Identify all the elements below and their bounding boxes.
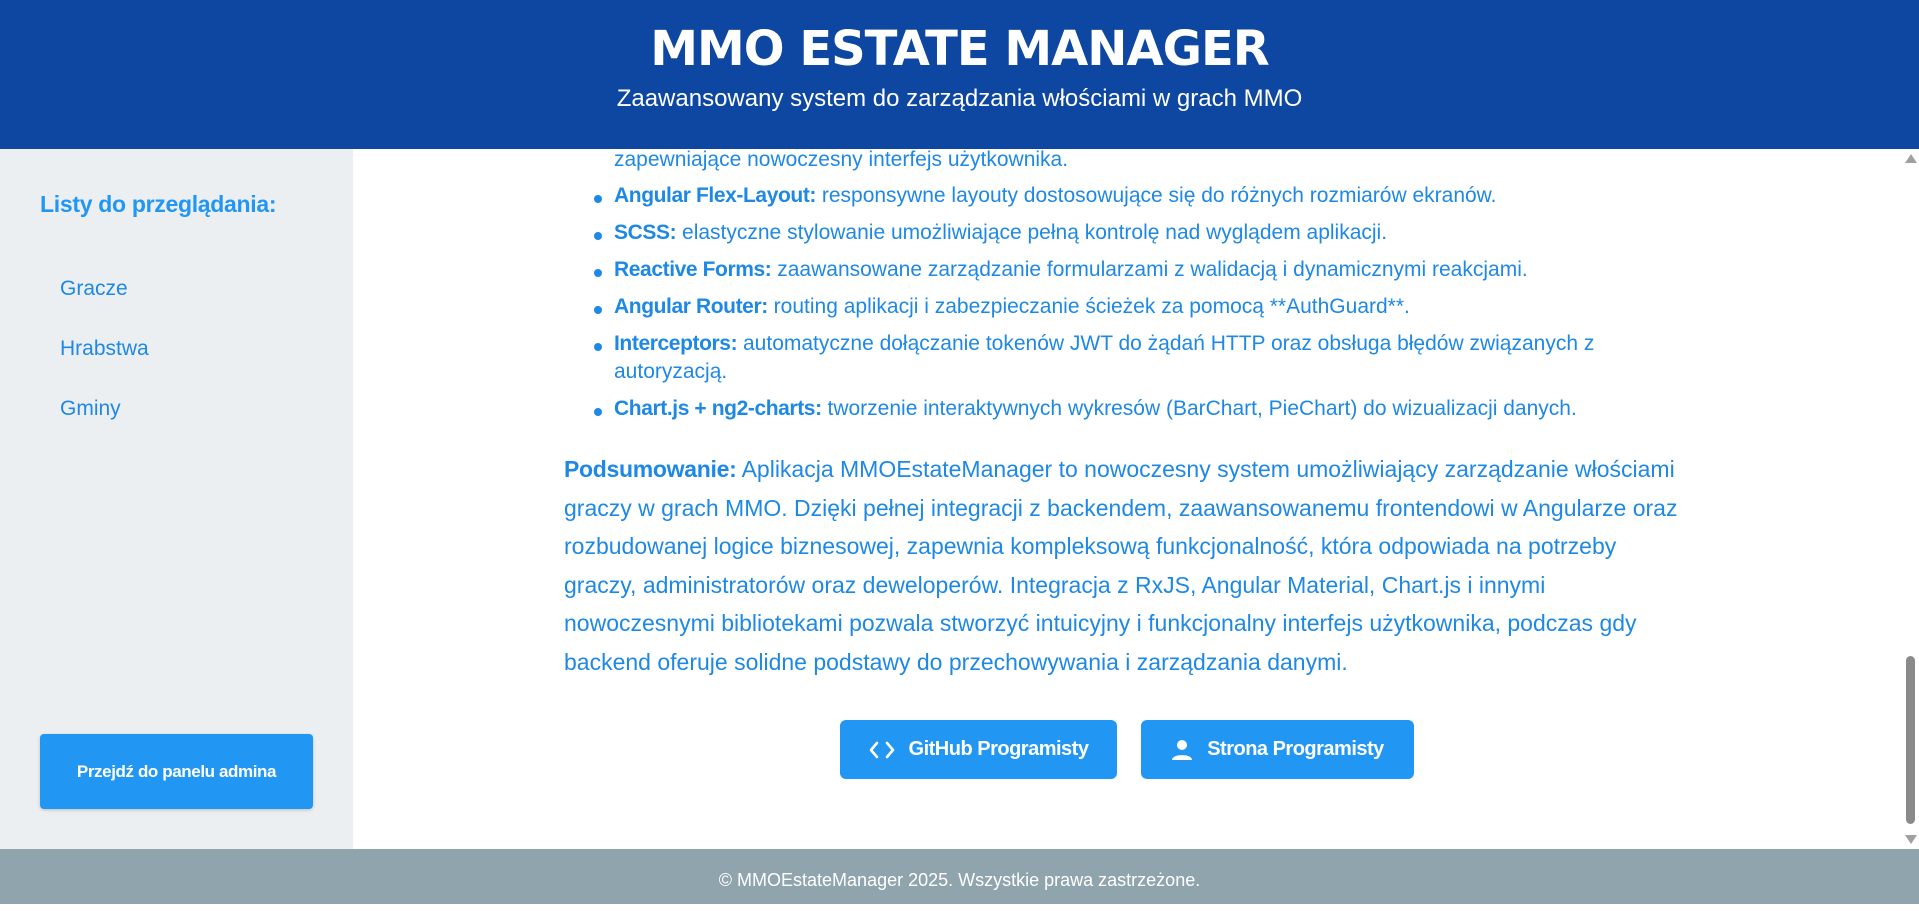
list-item: SCSS: elastyczne stylowanie umożliwiając… [614,219,1674,247]
app-title: MMO ESTATE MANAGER [650,21,1269,77]
list-item: Angular Flex-Layout: responsywne layouty… [614,182,1674,210]
list-item-desc: responsywne layouty dostosowujące się do… [816,184,1497,207]
list-bullet [594,269,602,277]
github-button[interactable]: GitHub Programisty [840,720,1117,779]
list-item-name: Interceptors: [614,332,738,355]
list-item: Reactive Forms: zaawansowane zarządzanie… [614,256,1674,284]
list-item: Chart.js + ng2-charts: tworzenie interak… [614,395,1674,423]
admin-panel-button[interactable]: Przejdź do panelu admina [40,734,313,809]
sidebar: Listy do przeglądania: Gracze Hrabstwa G… [0,149,353,849]
app-header: MMO ESTATE MANAGER Zaawansowany system d… [0,0,1919,149]
list-item-desc: elastyczne stylowanie umożliwiające pełn… [676,221,1388,244]
list-bullet [594,343,602,351]
list-item-name: SCSS: [614,221,677,244]
list-item-desc: zaawansowane zarządzanie formularzami z … [771,258,1528,281]
app-footer: © MMOEstateManager 2025. Wszystkie prawa… [0,849,1919,904]
website-button[interactable]: Strona Programisty [1141,720,1414,779]
app-subtitle: Zaawansowany system do zarządzania włośc… [616,85,1303,112]
github-button-label: GitHub Programisty [908,738,1089,760]
list-item-name: Reactive Forms: [614,258,772,281]
list-bullet [594,408,602,416]
list-bullet [594,232,602,240]
vertical-scrollbar[interactable] [1902,149,1919,849]
summary-text: Aplikacja MMOEstateManager to nowoczesny… [564,456,1678,675]
sidebar-item-gminy[interactable]: Gminy [60,397,121,421]
list-item-name: Chart.js + ng2-charts: [614,397,822,420]
sidebar-item-gracze[interactable]: Gracze [60,277,128,301]
scroll-up-icon[interactable] [1905,154,1917,163]
list-item-continuation: zapewniające nowoczesny interfejs użytko… [614,149,1069,171]
list-item-desc: automatyczne dołączanie tokenów JWT do ż… [614,332,1595,383]
list-item-name: Angular Flex-Layout: [614,184,817,207]
code-icon [869,741,895,759]
sidebar-item-hrabstwa[interactable]: Hrabstwa [60,337,149,361]
summary-paragraph: Podsumowanie: Aplikacja MMOEstateManager… [564,450,1694,682]
copyright-text: © MMOEstateManager 2025. Wszystkie prawa… [718,870,1201,890]
scroll-down-icon[interactable] [1905,835,1917,844]
list-item-name: Angular Router: [614,295,768,318]
list-item-desc: tworzenie interaktywnych wykresów (BarCh… [821,397,1577,420]
list-item: Angular Router: routing aplikacji i zabe… [614,293,1674,321]
list-item: Interceptors: automatyczne dołączanie to… [614,330,1674,386]
list-bullet [594,306,602,314]
sidebar-heading: Listy do przeglądania: [40,191,277,217]
scroll-thumb[interactable] [1906,656,1915,824]
summary-label: Podsumowanie: [564,456,737,482]
person-icon [1171,739,1193,761]
main-content: zapewniające nowoczesny interfejs użytko… [353,149,1902,849]
website-button-label: Strona Programisty [1207,738,1384,760]
list-bullet [594,195,602,203]
list-item-desc: routing aplikacji i zabezpieczanie ścież… [767,295,1410,318]
